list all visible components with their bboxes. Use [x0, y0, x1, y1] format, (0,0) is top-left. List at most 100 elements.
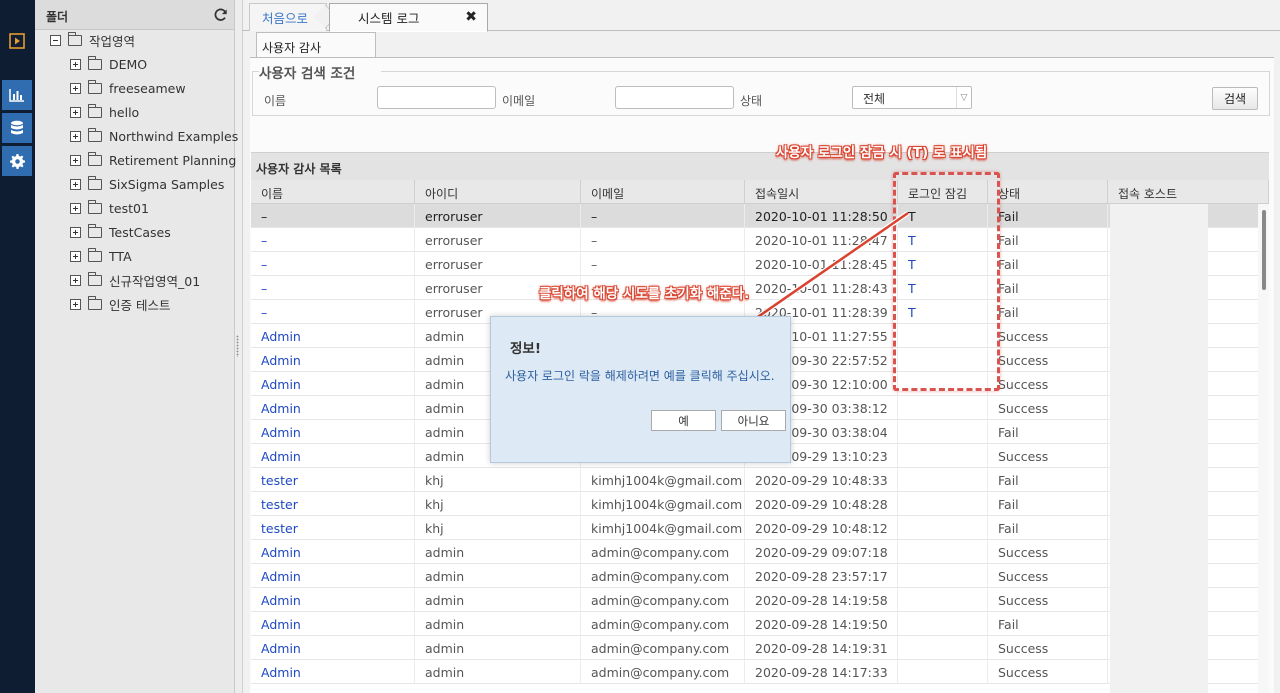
tab-user-audit[interactable]: 사용자 감사 [256, 32, 376, 58]
tree-item[interactable]: freeseamew [70, 77, 186, 99]
tab-home[interactable]: 처음으로 [249, 3, 327, 31]
chevron-down-icon[interactable]: ▽ [956, 87, 971, 108]
column-header[interactable]: 상태 [988, 180, 1108, 204]
grid-header: 이름 아이디 이메일 접속일시 로그인 잠김 상태 접속 호스트 [251, 180, 1269, 204]
folder-icon [88, 295, 102, 310]
expand-icon[interactable] [70, 82, 81, 94]
cell-time: 2020-10-01 11:28:45 [745, 252, 898, 276]
cell-lock[interactable] [898, 612, 988, 636]
cell-name: – [251, 252, 415, 276]
expand-icon[interactable] [70, 58, 81, 70]
cell-name: Admin [251, 396, 415, 420]
tree-item[interactable]: Northwind Examples [70, 125, 238, 147]
cell-status: Fail [988, 492, 1108, 516]
tree-item[interactable]: Retirement Planning [70, 149, 236, 171]
status-select[interactable]: 전체 ▽ [852, 86, 972, 109]
name-label: 이름 [264, 94, 287, 108]
tree-item-label: TestCases [109, 224, 171, 240]
cell-time: 2020-09-28 14:19:31 [745, 636, 898, 660]
email-input[interactable] [615, 86, 734, 109]
tree-item[interactable]: 인증 테스트 [70, 293, 170, 315]
cell-lock[interactable] [898, 492, 988, 516]
cell-lock[interactable] [898, 468, 988, 492]
tree-item[interactable]: TTA [70, 245, 132, 267]
cell-name: Admin [251, 660, 415, 684]
cell-id: erroruser [415, 228, 581, 252]
tree-item-label: Retirement Planning [109, 152, 237, 168]
cell-name: Admin [251, 324, 415, 348]
panel-splitter[interactable] [236, 335, 239, 357]
tab-system-log[interactable]: 시스템 로그 ✖ [329, 3, 488, 32]
cell-lock[interactable] [898, 636, 988, 660]
collapse-icon[interactable] [50, 34, 61, 46]
tree-item[interactable]: DEMO [70, 53, 147, 75]
cell-lock[interactable] [898, 564, 988, 588]
tree-item[interactable]: test01 [70, 197, 149, 219]
dialog-yes-button[interactable]: 예 [651, 410, 716, 431]
scroll-thumb[interactable] [1262, 210, 1266, 290]
cell-status: Fail [988, 300, 1108, 324]
close-icon[interactable]: ✖ [465, 9, 477, 25]
cell-status: Fail [988, 276, 1108, 300]
dialog-message: 사용자 로그인 락을 해제하려면 예를 클릭해 주십시오. [505, 369, 775, 383]
folder-icon [88, 175, 102, 190]
cell-status: Success [988, 540, 1108, 564]
tree-item-root[interactable]: 작업영역 [50, 29, 135, 51]
cell-email: admin@company.com [581, 636, 745, 660]
expand-icon[interactable] [70, 202, 81, 214]
cell-lock[interactable] [898, 588, 988, 612]
cell-lock[interactable] [898, 444, 988, 468]
status-select-value: 전체 [863, 92, 886, 106]
tab-system-log-label: 시스템 로그 [358, 11, 420, 26]
play-square-icon[interactable] [2, 26, 32, 56]
cell-lock[interactable] [898, 660, 988, 684]
refresh-icon[interactable] [214, 8, 228, 22]
cell-email: kimhj1004k@gmail.com [581, 468, 745, 492]
tree-item[interactable]: 신규작업영역_01 [70, 269, 200, 291]
expand-icon[interactable] [70, 130, 81, 142]
folder-icon [88, 247, 102, 262]
name-input[interactable] [377, 86, 496, 109]
gear-icon[interactable] [2, 146, 32, 176]
column-header[interactable]: 접속 호스트 [1108, 180, 1269, 204]
dialog-no-button[interactable]: 아니요 [721, 410, 786, 431]
expand-icon[interactable] [70, 154, 81, 166]
cell-id: admin [415, 564, 581, 588]
expand-icon[interactable] [70, 274, 81, 286]
column-header[interactable]: 이름 [251, 180, 415, 204]
expand-icon[interactable] [70, 298, 81, 310]
folder-icon [88, 271, 102, 286]
cell-status: Success [988, 348, 1108, 372]
expand-icon[interactable] [70, 106, 81, 118]
cell-status: Fail [988, 516, 1108, 540]
cell-name: Admin [251, 420, 415, 444]
cell-id: erroruser [415, 252, 581, 276]
cell-lock[interactable] [898, 540, 988, 564]
grid-scrollbar[interactable] [1258, 204, 1269, 693]
expand-icon[interactable] [70, 178, 81, 190]
column-header[interactable]: 아이디 [415, 180, 581, 204]
folder-icon [88, 223, 102, 238]
expand-icon[interactable] [70, 250, 81, 262]
cell-lock[interactable] [898, 420, 988, 444]
tree-item[interactable]: TestCases [70, 221, 171, 243]
folder-panel: 폴더 작업영역 DEMO freeseamew hello Northwind Exa… [35, 0, 238, 693]
cell-name: Admin [251, 588, 415, 612]
column-header[interactable]: 이메일 [581, 180, 745, 204]
cell-lock[interactable] [898, 396, 988, 420]
folder-icon [68, 31, 82, 46]
cell-status: Fail [988, 612, 1108, 636]
cell-status: Success [988, 372, 1108, 396]
column-header[interactable]: 접속일시 [745, 180, 898, 204]
tree-item[interactable]: SixSigma Samples [70, 173, 224, 195]
bar-chart-icon[interactable] [2, 80, 32, 110]
cell-name: Admin [251, 348, 415, 372]
database-icon[interactable] [2, 113, 32, 143]
lock-annotation: 사용자 로그인 잠금 시 (T) 로 표시됨 [776, 145, 988, 161]
cell-lock[interactable] [898, 516, 988, 540]
expand-icon[interactable] [70, 226, 81, 238]
cell-id: admin [415, 660, 581, 684]
tree-item[interactable]: hello [70, 101, 139, 123]
cell-id: erroruser [415, 204, 581, 228]
search-button[interactable]: 검색 [1212, 87, 1258, 110]
